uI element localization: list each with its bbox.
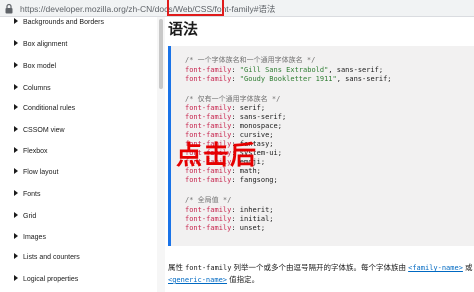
sidebar-nav: Backgrounds and Borders Box alignment Bo… — [0, 17, 165, 292]
expand-triangle-icon — [14, 104, 18, 110]
expand-triangle-icon — [14, 253, 18, 259]
expand-triangle-icon — [14, 190, 18, 196]
code-line: font-family: "Goudy Bookletter 1911", sa… — [185, 75, 392, 83]
expand-triangle-icon — [14, 84, 18, 90]
expand-triangle-icon — [14, 168, 18, 174]
description-paragraph: 属性 font-family 列举一个或多个由逗号隔开的字体族。每个字体族由 <… — [168, 263, 473, 272]
expand-triangle-icon — [14, 126, 18, 132]
url-fragment-highlight — [167, 0, 224, 16]
code-line: font-family: sans-serif; — [185, 113, 287, 121]
sidebar-item-images[interactable]: Images — [14, 233, 46, 247]
annotation-label: 点击后 — [176, 141, 258, 171]
sidebar-item-logical-properties[interactable]: Logical properties — [14, 275, 78, 289]
sidebar-item-box-alignment[interactable]: Box alignment — [14, 40, 67, 54]
expand-triangle-icon — [14, 62, 18, 68]
code-comment: /* 全局值 */ — [185, 196, 232, 204]
code-line: font-family: fangsong; — [185, 176, 278, 184]
expand-triangle-icon — [14, 212, 18, 218]
sidebar-item-flow-layout[interactable]: Flow layout — [14, 168, 58, 182]
code-comment: /* 一个字体族名和一个通用字体族名 */ — [185, 56, 316, 64]
sidebar-item-lists-and-counters[interactable]: Lists and counters — [14, 253, 80, 267]
sidebar-item-flexbox[interactable]: Flexbox — [14, 147, 48, 161]
code-line: font-family: monospace; — [185, 122, 282, 130]
generic-name-link[interactable]: <generic-name> — [168, 276, 227, 284]
sidebar-item-grid[interactable]: Grid — [14, 212, 36, 226]
expand-triangle-icon — [14, 40, 18, 46]
section-heading: 语法 — [168, 20, 199, 38]
sidebar-scroll-thumb[interactable] — [159, 19, 163, 89]
description-paragraph-line2: <generic-name> 值指定。 — [168, 275, 260, 284]
sidebar-item-cssom-view[interactable]: CSSOM view — [14, 126, 65, 140]
sidebar-item-conditional-rules[interactable]: Conditional rules — [14, 104, 75, 118]
sidebar-item-backgrounds-and-borders[interactable]: Backgrounds and Borders — [14, 18, 104, 32]
code-line: font-family: serif; — [185, 104, 266, 112]
code-line: font-family: unset; — [185, 224, 266, 232]
expand-triangle-icon — [14, 147, 18, 153]
sidebar-item-box-model[interactable]: Box model — [14, 62, 56, 76]
code-line: font-family: initial; — [185, 215, 274, 223]
expand-triangle-icon — [14, 18, 18, 24]
sidebar-item-fonts[interactable]: Fonts — [14, 190, 41, 204]
code-line: font-family: "Gill Sans Extrabold", sans… — [185, 66, 384, 74]
code-line: font-family: inherit; — [185, 206, 274, 214]
url-text[interactable]: https://developer.mozilla.org/zh-CN/docs… — [20, 3, 275, 15]
expand-triangle-icon — [14, 275, 18, 281]
expand-triangle-icon — [14, 233, 18, 239]
lock-icon — [5, 3, 13, 14]
family-name-link[interactable]: <family-name> — [408, 264, 463, 272]
code-comment: /* 仅有一个通用字体族名 */ — [185, 95, 281, 103]
address-bar[interactable]: https://developer.mozilla.org/zh-CN/docs… — [0, 0, 474, 17]
sidebar-item-columns[interactable]: Columns — [14, 84, 51, 98]
